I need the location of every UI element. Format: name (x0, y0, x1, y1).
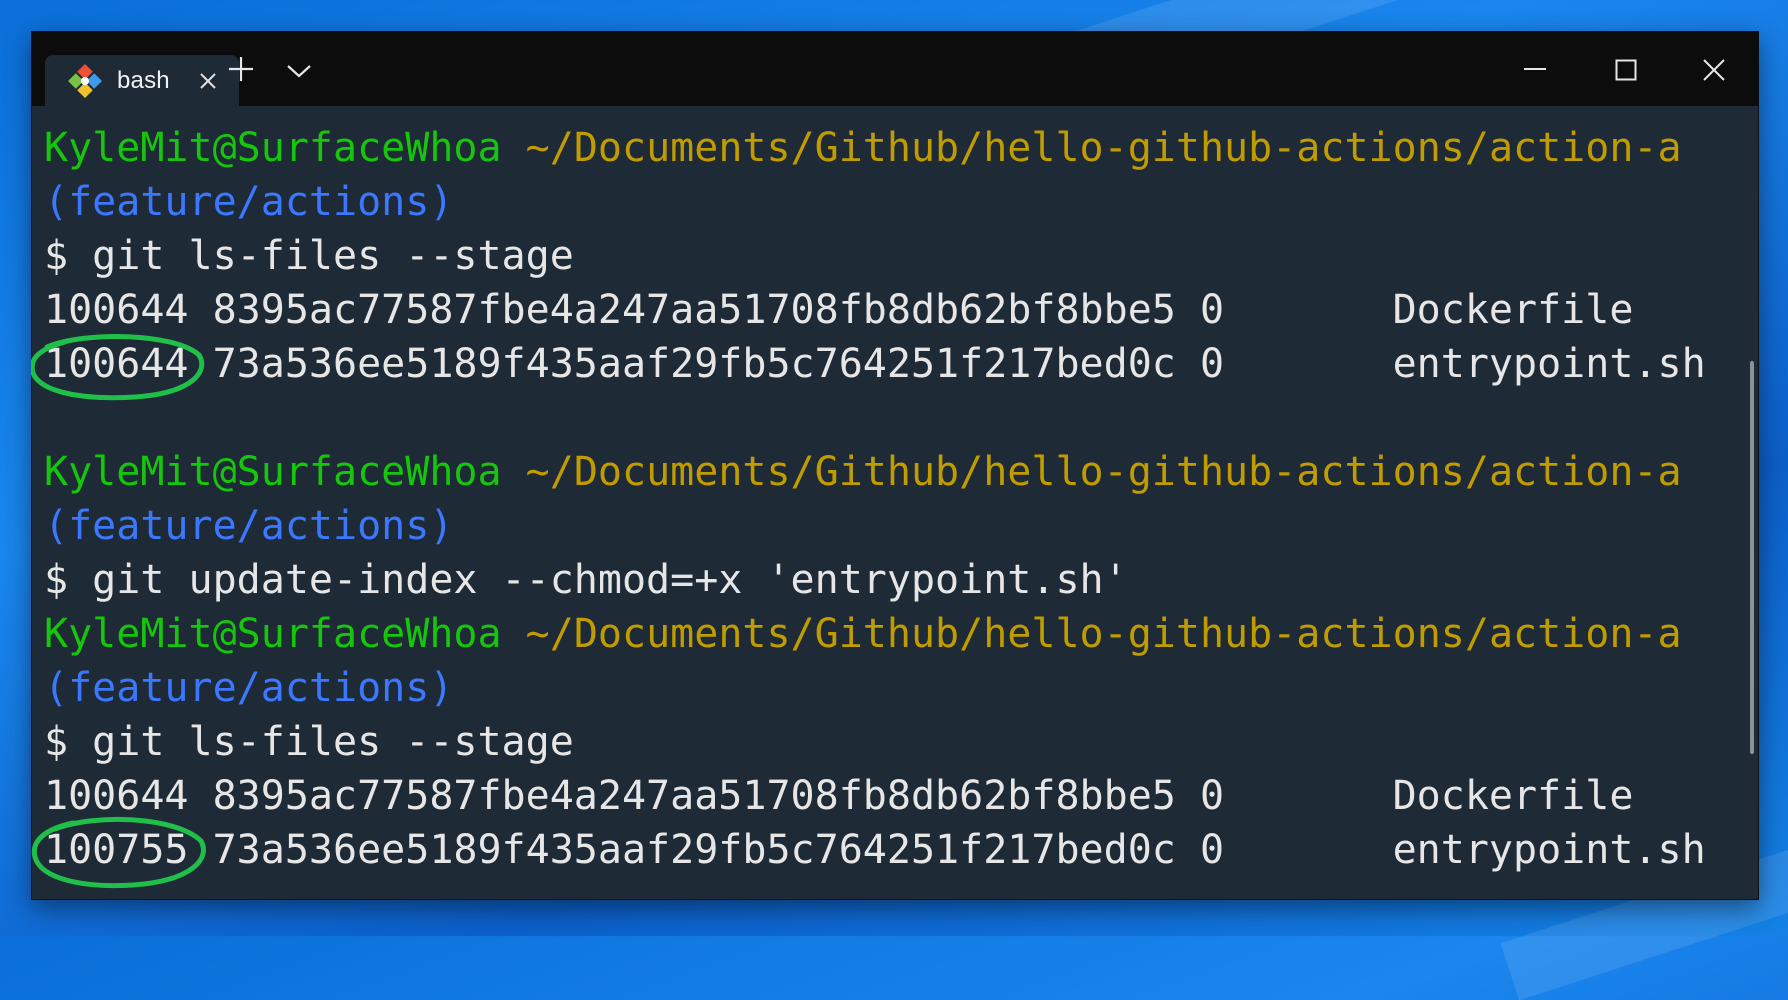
terminal-line: KyleMit@SurfaceWhoa ~/Documents/Github/h… (44, 121, 1734, 175)
prompt-path: ~/Documents/Github/hello-github-actions/… (525, 611, 1682, 657)
prompt-branch: (feature/actions) (44, 665, 454, 711)
terminal-text: $ git ls-files --stage (44, 233, 574, 279)
terminal-line: (feature/actions) (44, 175, 1734, 229)
prompt-user: KyleMit@SurfaceWhoa (44, 125, 502, 171)
title-bar: bash (31, 31, 1759, 106)
prompt-branch: (feature/actions) (44, 179, 454, 225)
prompt-user: KyleMit@SurfaceWhoa (44, 611, 502, 657)
prompt-path: ~/Documents/Github/hello-github-actions/… (525, 449, 1682, 495)
terminal-line: $ git ls-files --stage (44, 229, 1734, 283)
chevron-down-icon[interactable] (285, 61, 313, 81)
terminal-window: bash KyleMit@SurfaceWhoa ~/Documents/Git… (31, 31, 1759, 900)
prompt-path: ~/Documents/Github/hello-github-actions/… (525, 125, 1682, 171)
terminal-line: KyleMit@SurfaceWhoa ~/Documents/Github/h… (44, 445, 1734, 499)
git-icon (68, 63, 102, 98)
terminal-line: (feature/actions) (44, 499, 1734, 553)
prompt-branch: (feature/actions) (44, 503, 454, 549)
terminal-line: (feature/actions) (44, 661, 1734, 715)
terminal-text: 100755 73a536ee5189f435aaf29fb5c764251f2… (44, 827, 1706, 873)
terminal-text: $ git update-index --chmod=+x 'entrypoin… (44, 557, 1128, 603)
close-icon[interactable] (1702, 58, 1726, 82)
terminal-line: 100755 73a536ee5189f435aaf29fb5c764251f2… (44, 823, 1734, 877)
minimize-icon[interactable] (1523, 67, 1547, 71)
terminal-line: 100644 8395ac77587fbe4a247aa51708fb8db62… (44, 769, 1734, 823)
terminal-text: 100644 8395ac77587fbe4a247aa51708fb8db62… (44, 287, 1634, 333)
tab-bash[interactable]: bash (45, 55, 239, 106)
terminal-line: 100644 73a536ee5189f435aaf29fb5c764251f2… (44, 337, 1734, 391)
terminal-line: 100644 8395ac77587fbe4a247aa51708fb8db62… (44, 283, 1734, 337)
maximize-icon[interactable] (1615, 59, 1637, 81)
terminal-line: $ git update-index --chmod=+x 'entrypoin… (44, 553, 1734, 607)
plus-icon[interactable] (227, 55, 255, 83)
terminal-line: $ git ls-files --stage (44, 715, 1734, 769)
terminal-output[interactable]: KyleMit@SurfaceWhoa ~/Documents/Github/h… (44, 121, 1734, 891)
terminal-text: 100644 8395ac77587fbe4a247aa51708fb8db62… (44, 773, 1634, 819)
tab-label: bash (117, 66, 170, 94)
scrollbar[interactable] (1750, 361, 1754, 754)
terminal-text: 100644 73a536ee5189f435aaf29fb5c764251f2… (44, 341, 1706, 387)
prompt-user: KyleMit@SurfaceWhoa (44, 449, 502, 495)
close-tab-icon[interactable] (197, 70, 219, 92)
terminal-text: $ git ls-files --stage (44, 719, 574, 765)
terminal-line: KyleMit@SurfaceWhoa ~/Documents/Github/h… (44, 607, 1734, 661)
